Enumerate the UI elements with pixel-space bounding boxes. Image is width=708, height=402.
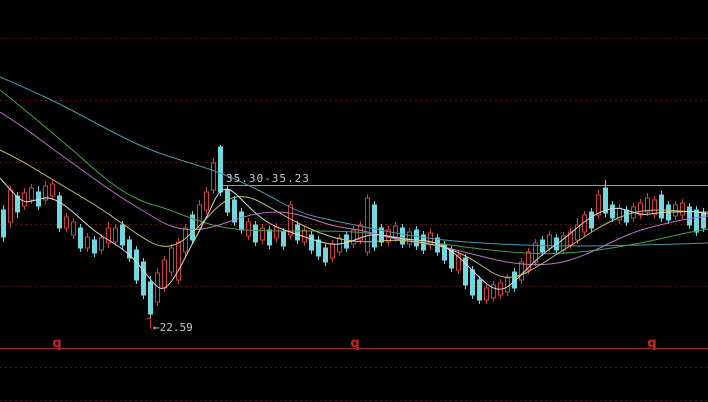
ma-lines — [0, 77, 708, 289]
candle — [317, 236, 321, 260]
candle — [457, 251, 461, 274]
quarter-marker: q — [52, 336, 61, 351]
candle — [653, 196, 657, 218]
candle — [324, 244, 328, 266]
candle — [170, 244, 174, 276]
candle — [212, 158, 216, 194]
candle — [191, 211, 195, 244]
candle — [527, 248, 531, 274]
candle — [338, 234, 342, 256]
candle — [254, 221, 258, 246]
gap-price-label: 35.30-35.23 — [226, 172, 310, 185]
candle — [247, 218, 251, 240]
ma-long-cyan — [0, 77, 708, 246]
candle — [51, 180, 55, 200]
candle — [72, 218, 76, 239]
candle — [492, 281, 496, 302]
candle — [408, 228, 412, 248]
candle — [128, 236, 132, 262]
candle — [415, 226, 419, 250]
candle — [65, 213, 69, 232]
candle — [23, 188, 27, 210]
candle — [2, 205, 6, 242]
candle — [478, 276, 482, 304]
candlestick-chart[interactable]: 35.30-35.23 ←22.59 q q q — [0, 0, 708, 402]
candle — [520, 258, 524, 284]
candle — [142, 258, 146, 299]
candle — [681, 199, 685, 219]
candle — [464, 254, 468, 289]
candle — [310, 231, 314, 254]
candle — [79, 224, 83, 252]
candle — [261, 224, 265, 244]
candles — [2, 145, 706, 320]
candle — [688, 203, 692, 229]
candle — [149, 276, 153, 320]
candle — [58, 192, 62, 232]
candle — [86, 233, 90, 252]
candle — [625, 206, 629, 226]
candle — [9, 186, 13, 228]
candle — [135, 246, 139, 284]
candle — [611, 201, 615, 222]
candle — [114, 224, 118, 246]
low-price-marker: ←22.59 — [147, 318, 193, 334]
low-price-label: ←22.59 — [153, 321, 193, 334]
candle — [597, 190, 601, 219]
candle — [590, 208, 594, 232]
candle — [37, 186, 41, 210]
quarter-marker: q — [647, 336, 656, 351]
candle — [331, 240, 335, 262]
candle — [366, 194, 370, 256]
candle — [660, 191, 664, 222]
candle — [233, 196, 237, 226]
candle — [345, 231, 349, 252]
candle — [401, 224, 405, 248]
candle — [93, 236, 97, 257]
chart-window: 35.30-35.23 ←22.59 q q q — [0, 0, 708, 402]
candle — [639, 199, 643, 219]
candle — [219, 145, 223, 196]
candle — [268, 226, 272, 249]
candle — [205, 187, 209, 214]
candle — [107, 222, 111, 248]
candle — [646, 193, 650, 216]
candle — [618, 204, 622, 224]
ma-yellow — [0, 150, 708, 277]
candle — [373, 201, 377, 251]
candle — [177, 238, 181, 284]
candle — [44, 181, 48, 204]
quarter-marker: q — [350, 336, 359, 351]
